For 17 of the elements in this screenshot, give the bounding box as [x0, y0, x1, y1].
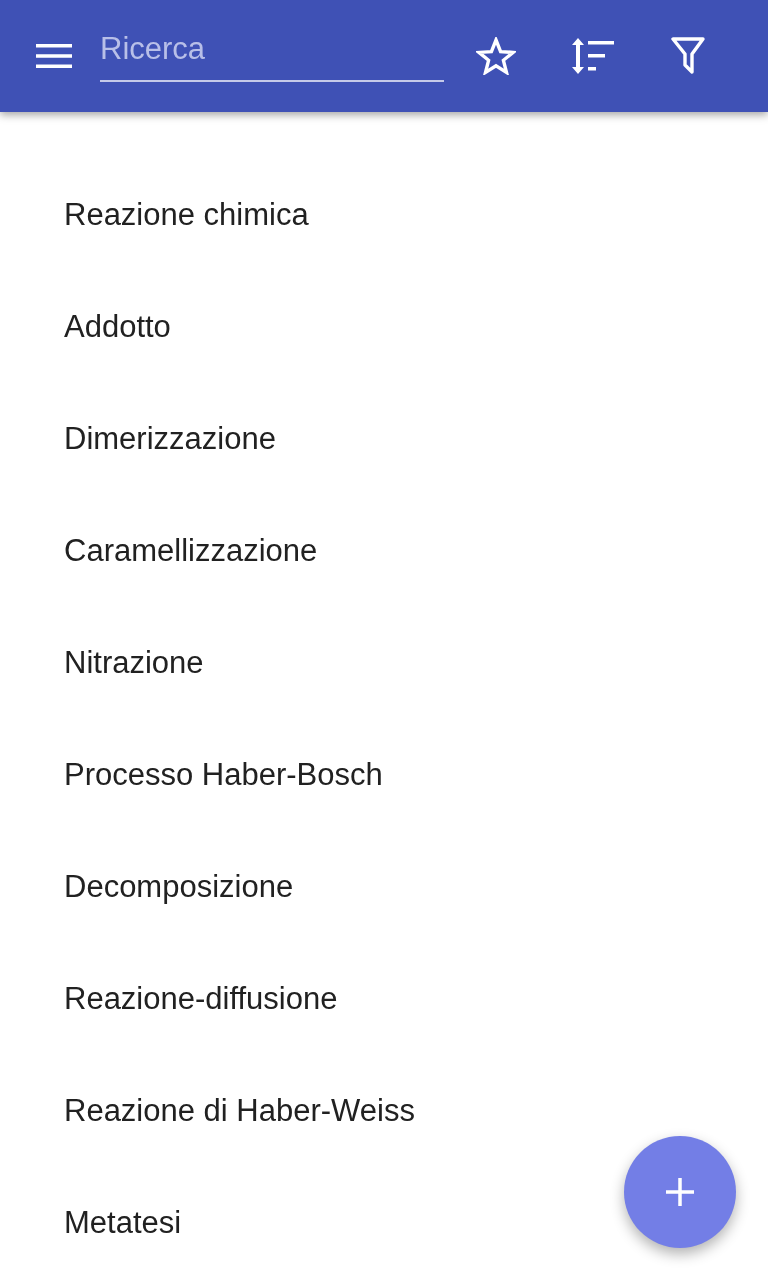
- list-item[interactable]: Addotto: [0, 271, 768, 383]
- list-item[interactable]: Caramellizzazione: [0, 495, 768, 607]
- list-item[interactable]: Metatesi: [0, 1167, 768, 1279]
- list-item[interactable]: Processo Haber-Bosch: [0, 719, 768, 831]
- list-item[interactable]: Nitrazione: [0, 607, 768, 719]
- menu-icon: [36, 44, 72, 68]
- list-item[interactable]: Reazione chimica: [0, 159, 768, 271]
- plus-icon: [666, 1178, 694, 1206]
- star-icon: [476, 37, 516, 75]
- search-field[interactable]: Ricerca: [100, 30, 444, 82]
- list-item[interactable]: Decomposizione: [0, 831, 768, 943]
- list-item[interactable]: Reazione-diffusione: [0, 943, 768, 1055]
- list-item[interactable]: Dimerizzazione: [0, 383, 768, 495]
- filter-icon: [671, 37, 705, 75]
- sort-icon: [570, 38, 614, 74]
- add-button[interactable]: [624, 1136, 736, 1248]
- list-item[interactable]: Reazione di Haber-Weiss: [0, 1055, 768, 1167]
